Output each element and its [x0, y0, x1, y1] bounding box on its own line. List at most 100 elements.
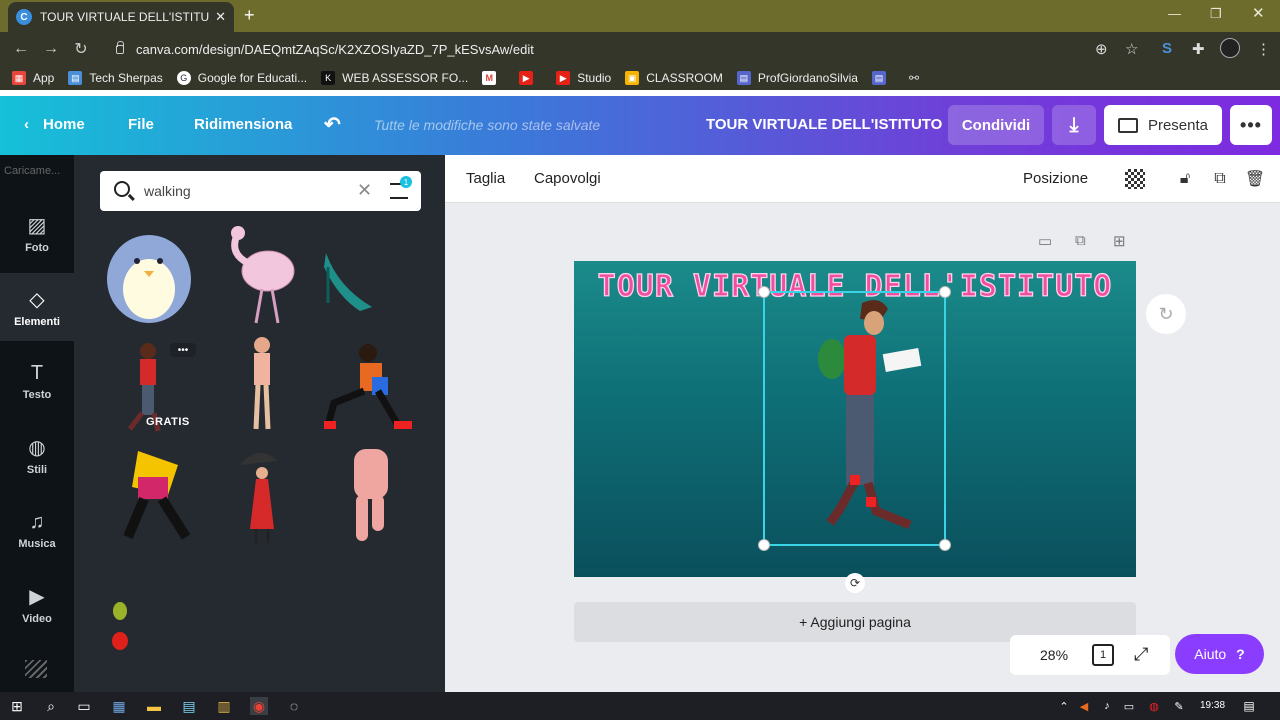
- browser-tab[interactable]: C TOUR VIRTUALE DELL'ISTITUTO - ✕: [8, 2, 234, 32]
- bookmark-item[interactable]: ▦ App: [12, 71, 54, 85]
- walking-fingers-element[interactable]: [340, 445, 400, 549]
- more-apps-icon[interactable]: [25, 660, 47, 678]
- trash-icon[interactable]: 🗑︎: [1245, 169, 1265, 189]
- flip-button[interactable]: Capovolgi: [534, 170, 601, 187]
- download-button[interactable]: ⤓: [1052, 105, 1096, 145]
- lock-icon: [116, 40, 124, 54]
- crop-button[interactable]: Taglia: [466, 170, 505, 187]
- file-menu[interactable]: File: [128, 116, 154, 133]
- bookmark-item[interactable]: ▶ Studio: [556, 71, 611, 85]
- bookmark-item[interactable]: ▤ ProfGiordanoSilvia: [736, 71, 858, 85]
- design-page[interactable]: TOUR VIRTUALE DELL'ISTITUTO: [574, 261, 1136, 577]
- minimize-icon[interactable]: —: [1168, 6, 1181, 21]
- element-more-options-icon[interactable]: •••: [170, 343, 196, 357]
- vertical-scrollbar[interactable]: [1269, 205, 1280, 675]
- side-rail: Caricame... ▨ Foto ◇ Elementi T Testo ◍ Stil…: [0, 155, 74, 692]
- close-tab-icon[interactable]: ✕: [215, 9, 226, 25]
- undo-icon[interactable]: ↶: [324, 112, 341, 137]
- footprints-element[interactable]: [106, 597, 136, 657]
- bookmark-item[interactable]: K WEB ASSESSOR FO...: [321, 71, 468, 85]
- bookmark-item[interactable]: ⚯: [907, 71, 928, 85]
- chrome-menu-icon[interactable]: ⋮: [1256, 40, 1271, 58]
- clear-search-icon[interactable]: ✕: [357, 180, 372, 201]
- windows-start-icon[interactable]: ⊞: [8, 697, 26, 715]
- fullscreen-icon[interactable]: ⤢: [1134, 644, 1148, 665]
- bookmark-star-icon[interactable]: ☆: [1125, 40, 1138, 58]
- file-explorer-icon[interactable]: ▬: [145, 697, 163, 715]
- resize-handle[interactable]: [939, 286, 951, 298]
- calculator-icon[interactable]: ▦: [110, 697, 128, 715]
- resize-handle[interactable]: [758, 286, 770, 298]
- close-window-icon[interactable]: ✕: [1252, 4, 1265, 22]
- resize-handle[interactable]: [939, 539, 951, 551]
- archive-icon[interactable]: ▥: [215, 697, 233, 715]
- page-count[interactable]: 1: [1092, 644, 1114, 666]
- home-button[interactable]: ‹ Home: [24, 116, 85, 133]
- sidebar-item-foto[interactable]: ▨ Foto: [0, 199, 74, 267]
- running-person-element[interactable]: [324, 341, 418, 433]
- sidebar-item-elementi[interactable]: ◇ Elementi: [0, 273, 74, 341]
- notepad-icon[interactable]: ▤: [180, 697, 198, 715]
- resize-handle[interactable]: [758, 539, 770, 551]
- bookmark-item[interactable]: ▣ CLASSROOM: [625, 71, 723, 85]
- chrome-icon[interactable]: ◉: [250, 697, 268, 715]
- add-comment-icon[interactable]: ↻: [1146, 294, 1186, 334]
- bookmark-item[interactable]: ▤: [871, 71, 893, 85]
- sidebar-item-testo[interactable]: T Testo: [0, 347, 74, 415]
- tray-red-icon[interactable]: ◍: [1145, 697, 1163, 715]
- horizontal-scrollbar[interactable]: [445, 680, 1280, 692]
- zoom-icon[interactable]: ⊕: [1095, 40, 1108, 58]
- walking-girl-element[interactable]: [244, 335, 280, 435]
- help-button[interactable]: Aiuto ?: [1175, 634, 1264, 674]
- bookmark-item[interactable]: M: [482, 71, 503, 85]
- colorful-walker-element[interactable]: [118, 447, 198, 545]
- tray-app-icon[interactable]: ◀: [1075, 697, 1093, 715]
- duplicate-icon[interactable]: ⧉: [1210, 169, 1230, 189]
- transparency-icon[interactable]: [1125, 169, 1145, 189]
- sidebar-item-video[interactable]: ▶ Video: [0, 570, 74, 638]
- notifications-icon[interactable]: ▤: [1240, 697, 1258, 715]
- high-heel-element[interactable]: [320, 247, 378, 315]
- profile-avatar[interactable]: [1220, 38, 1240, 58]
- rotate-handle-icon[interactable]: ⟳: [845, 573, 865, 593]
- lock-icon[interactable]: 🔓︎: [1175, 169, 1195, 189]
- bookmark-item[interactable]: ▤ Tech Sherpas: [68, 71, 163, 85]
- tray-arrow-icon[interactable]: ⌃: [1055, 697, 1073, 715]
- reload-icon[interactable]: ↻: [66, 39, 96, 59]
- url-field[interactable]: canva.com/design/DAEQmtZAqSc/K2XZOSIyaZD…: [104, 36, 1152, 62]
- more-options-button[interactable]: •••: [1230, 105, 1272, 145]
- back-icon[interactable]: ←: [6, 40, 36, 58]
- bookmark-item[interactable]: G Google for Educati...: [176, 71, 307, 85]
- add-page-icon[interactable]: ⊞: [1113, 232, 1126, 250]
- zoom-level[interactable]: 28%: [1040, 647, 1068, 663]
- task-view-icon[interactable]: ▭: [75, 697, 93, 715]
- copy-page-icon[interactable]: ⧉: [1075, 232, 1086, 249]
- new-tab-icon[interactable]: +: [244, 5, 255, 26]
- extensions-puzzle-icon[interactable]: ✚: [1192, 40, 1205, 58]
- share-button[interactable]: Condividi: [948, 105, 1044, 145]
- present-button[interactable]: Presenta: [1104, 105, 1222, 145]
- search-icon[interactable]: ⌕: [42, 697, 60, 715]
- sidebar-item-musica[interactable]: ♫ Musica: [0, 496, 74, 564]
- sidebar-item-stili[interactable]: ◍ Stili: [0, 421, 74, 489]
- app-icon[interactable]: ◌: [285, 697, 303, 715]
- maximize-icon[interactable]: ❐: [1210, 6, 1222, 22]
- download-icon: ⤓: [1069, 113, 1079, 136]
- penguin-element[interactable]: [102, 227, 197, 327]
- resize-button[interactable]: Ridimensiona: [194, 116, 292, 133]
- pen-icon[interactable]: ✎: [1170, 697, 1188, 715]
- search-input[interactable]: walking ✕ 1: [100, 171, 421, 211]
- flamingo-element[interactable]: [222, 223, 300, 327]
- network-icon[interactable]: ▭: [1120, 697, 1138, 715]
- volume-icon[interactable]: ♪: [1098, 697, 1116, 715]
- forward-icon[interactable]: →: [36, 40, 66, 58]
- umbrella-woman-element[interactable]: [238, 447, 286, 545]
- canva-header: ‹ Home File Ridimensiona ↶ Tutte le modif…: [0, 96, 1280, 155]
- extension-s-icon[interactable]: S: [1162, 40, 1172, 57]
- note-icon[interactable]: ▭: [1038, 232, 1052, 250]
- google-icon: G: [176, 71, 191, 85]
- free-badge: GRATIS: [146, 416, 190, 428]
- position-button[interactable]: Posizione: [1023, 170, 1088, 187]
- design-title[interactable]: TOUR VIRTUALE DELL'ISTITUTO: [706, 116, 942, 133]
- bookmark-item[interactable]: ▶: [519, 71, 540, 85]
